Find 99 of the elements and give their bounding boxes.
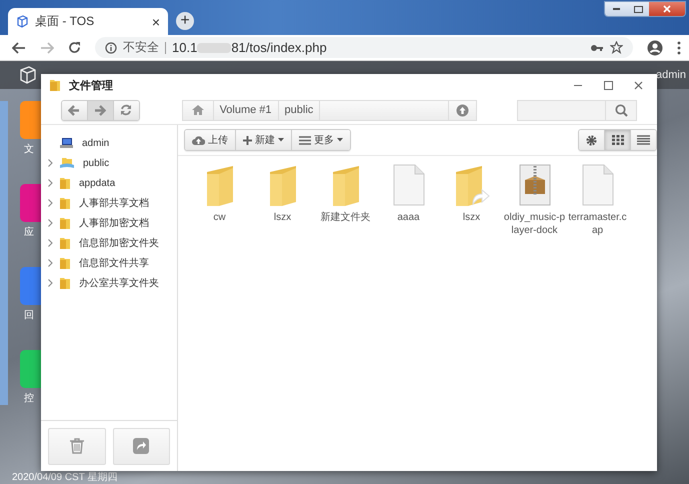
key-icon[interactable]	[590, 42, 604, 52]
window-title: 文件管理	[69, 78, 113, 92]
file-name: oldiy_music-player-dock	[503, 211, 566, 237]
share-icon[interactable]	[133, 438, 150, 454]
upload-icon[interactable]	[192, 135, 205, 145]
minimize-icon[interactable]	[612, 8, 620, 10]
browser-tab[interactable]: 桌面 - TOS ×	[8, 8, 168, 35]
forward-arrow-icon[interactable]	[94, 104, 106, 116]
account-icon[interactable]	[647, 40, 663, 56]
tree-item[interactable]: public	[83, 158, 110, 168]
folder-icon	[60, 256, 70, 270]
folder-icon[interactable]	[204, 164, 234, 206]
minimize-icon[interactable]	[574, 84, 582, 86]
refresh-button[interactable]	[114, 100, 139, 120]
trash-button[interactable]	[48, 428, 106, 464]
file-name: 新建文件夹	[320, 211, 372, 224]
date-text: 2020/04/09 CST 星期四	[12, 470, 118, 484]
forward-icon[interactable]	[40, 42, 54, 54]
tree-item[interactable]: 人事部加密文档	[79, 216, 149, 230]
chevron-icon[interactable]	[48, 199, 53, 207]
tree-item[interactable]: admin	[82, 138, 110, 148]
new-tab-button[interactable]: +	[176, 12, 194, 30]
trash-icon[interactable]	[70, 438, 84, 454]
chevron-icon[interactable]	[48, 279, 53, 287]
list-view-button[interactable]	[631, 130, 656, 150]
user-name[interactable]: admin	[656, 69, 686, 81]
maximize-icon[interactable]	[634, 6, 642, 12]
back-button[interactable]	[62, 100, 88, 120]
folder-icon	[60, 236, 70, 250]
caret-icon[interactable]	[278, 138, 284, 142]
minimize-button[interactable]	[605, 2, 627, 16]
chevron-icon[interactable]	[48, 159, 53, 167]
breadcrumb-item[interactable]: public	[278, 100, 320, 120]
refresh-icon[interactable]	[120, 104, 132, 116]
file-name: aaaa	[396, 211, 421, 224]
breadcrumb-item[interactable]: Volume #1	[214, 100, 279, 120]
home-icon[interactable]	[192, 105, 204, 115]
tree-item[interactable]: 信息部加密文件夹	[79, 236, 159, 250]
shared-folder-icon	[60, 157, 74, 169]
maximize-icon[interactable]	[604, 80, 612, 90]
url-path: 81/tos/index.php	[231, 40, 327, 55]
chevron-icon[interactable]	[48, 259, 53, 267]
address-field[interactable]: 不安全 10.1 81/tos/index.php	[95, 37, 633, 58]
app-label: 控	[24, 392, 34, 405]
plus-icon[interactable]	[243, 136, 252, 144]
folder-icon[interactable]	[268, 164, 298, 206]
settings-button[interactable]	[579, 130, 605, 150]
gear-icon[interactable]	[586, 134, 597, 146]
file-name: lszx	[462, 211, 482, 224]
chevron-icon[interactable]	[48, 239, 53, 247]
cube-icon	[16, 15, 29, 28]
url-start: 10.1	[172, 40, 198, 55]
folder-icon	[60, 276, 70, 290]
folder-icon[interactable]	[330, 164, 360, 206]
toolbar-button[interactable]: 新建	[236, 130, 292, 150]
reload-icon[interactable]	[68, 41, 81, 54]
blurred-region	[197, 42, 232, 52]
lines-icon[interactable]	[299, 136, 311, 144]
star-icon[interactable]	[610, 41, 623, 54]
list-icon[interactable]	[637, 135, 650, 145]
back-icon[interactable]	[12, 42, 26, 54]
security-label: 不安全	[123, 39, 159, 56]
tree-item[interactable]: 办公室共享文件夹	[79, 276, 159, 290]
app-label: 文	[24, 142, 34, 156]
tree-item[interactable]: 人事部共享文档	[79, 196, 149, 210]
folder-icon	[49, 78, 61, 92]
app-label: 回	[24, 309, 34, 322]
app-label: 应	[24, 226, 34, 239]
back-arrow-icon[interactable]	[68, 104, 80, 116]
folder-icon	[60, 176, 70, 190]
share-button[interactable]	[112, 428, 170, 464]
chevron-icon[interactable]	[48, 179, 53, 187]
file-name: terramaster.cap	[567, 211, 628, 237]
info-icon	[105, 42, 117, 54]
search-field[interactable]	[516, 100, 637, 120]
folder-icon	[60, 216, 70, 230]
folder-shortcut-icon[interactable]	[454, 164, 490, 206]
cube-icon[interactable]	[18, 65, 38, 85]
computer-icon	[60, 137, 73, 149]
tree-item[interactable]: 信息部文件共享	[79, 256, 149, 270]
menu-icon[interactable]	[677, 40, 681, 54]
toolbar-button[interactable]: 更多	[292, 130, 350, 150]
folder-icon	[60, 196, 70, 210]
tab-title: 桌面 - TOS	[35, 13, 96, 30]
grid-icon[interactable]	[612, 135, 624, 145]
archive-icon[interactable]	[518, 164, 550, 206]
close-tab-button[interactable]: ×	[152, 14, 160, 30]
grid-view-button[interactable]	[605, 130, 631, 150]
search-icon[interactable]	[614, 104, 628, 116]
close-icon[interactable]	[634, 80, 642, 90]
file-name: cw	[212, 211, 227, 224]
maximize-button[interactable]	[627, 2, 649, 16]
toolbar-button[interactable]: 上传	[185, 130, 236, 150]
tree-item[interactable]: appdata	[79, 178, 116, 188]
forward-button[interactable]	[88, 100, 114, 120]
caret-icon[interactable]	[337, 138, 343, 142]
close-button[interactable]	[649, 2, 685, 16]
file-name: lszx	[272, 211, 292, 224]
chevron-icon[interactable]	[48, 219, 53, 227]
